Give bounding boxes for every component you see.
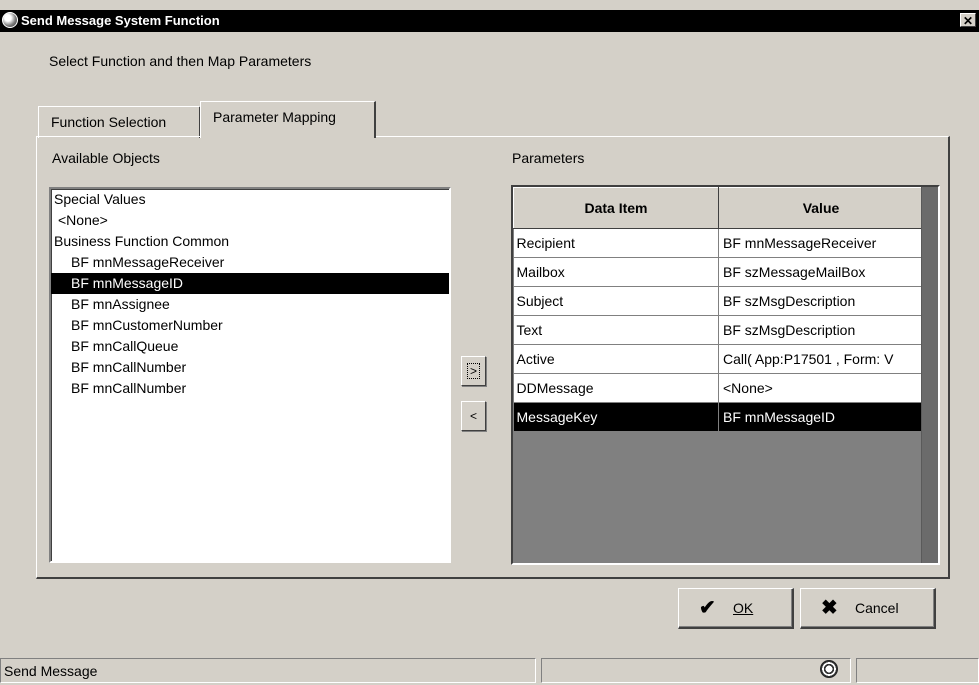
arrow-right-icon: > xyxy=(466,363,480,379)
value-cell[interactable]: BF szMsgDescription xyxy=(718,315,924,345)
table-row[interactable]: Text BF szMsgDescription xyxy=(513,315,924,345)
parameters-grid[interactable]: Data Item Value Recipient BF mnMessageRec… xyxy=(511,185,940,565)
list-item[interactable]: BF mnCustomerNumber xyxy=(51,315,449,336)
parameters-label: Parameters xyxy=(512,150,585,166)
list-item[interactable]: BF mnAssignee xyxy=(51,294,449,315)
status-panel-middle xyxy=(541,658,851,683)
value-cell[interactable]: BF mnMessageID xyxy=(718,402,924,432)
list-item[interactable]: BF mnCallQueue xyxy=(51,336,449,357)
available-objects-label: Available Objects xyxy=(52,150,160,166)
status-text: Send Message xyxy=(4,663,98,679)
tab-function-selection[interactable]: Function Selection xyxy=(38,106,201,138)
cancel-label: Cancel xyxy=(855,600,899,616)
list-item[interactable]: BF mnCallNumber xyxy=(51,357,449,378)
data-item-cell[interactable]: Active xyxy=(513,344,719,374)
data-item-cell[interactable]: DDMessage xyxy=(513,373,719,403)
value-cell[interactable]: Call( App:P17501 , Form: V xyxy=(718,344,924,374)
column-header-data-item[interactable]: Data Item xyxy=(513,187,719,229)
table-row[interactable]: Mailbox BF szMessageMailBox xyxy=(513,257,924,287)
data-item-cell[interactable]: Recipient xyxy=(513,228,719,258)
list-item[interactable]: BF mnCallNumber xyxy=(51,378,449,399)
status-panel-main: Send Message xyxy=(0,658,536,683)
list-item[interactable]: BF mnMessageReceiver xyxy=(51,252,449,273)
data-item-cell[interactable]: Mailbox xyxy=(513,257,719,287)
table-row[interactable]: Active Call( App:P17501 , Form: V xyxy=(513,344,924,374)
cancel-button[interactable]: ✖ Cancel xyxy=(800,588,936,629)
parameters-table: Data Item Value Recipient BF mnMessageRec… xyxy=(513,187,924,432)
ok-button[interactable]: ✔ OK xyxy=(678,588,794,629)
remove-mapping-button[interactable]: < xyxy=(461,401,486,431)
list-item[interactable]: Business Function Common xyxy=(51,231,449,252)
column-header-value[interactable]: Value xyxy=(718,187,924,229)
value-cell[interactable]: <None> xyxy=(718,373,924,403)
available-objects-list[interactable]: Special Values <None> Business Function Co… xyxy=(49,187,451,563)
value-cell[interactable]: BF szMessageMailBox xyxy=(718,257,924,287)
table-row[interactable]: MessageKey BF mnMessageID xyxy=(513,402,924,432)
data-item-cell[interactable]: Subject xyxy=(513,286,719,316)
close-button[interactable]: ✕ xyxy=(960,13,976,28)
table-row[interactable]: Recipient BF mnMessageReceiver xyxy=(513,228,924,258)
grid-scrollbar[interactable] xyxy=(921,187,938,563)
table-row[interactable]: Subject BF szMsgDescription xyxy=(513,286,924,316)
tab-parameter-mapping[interactable]: Parameter Mapping xyxy=(200,101,376,138)
window-title: Send Message System Function xyxy=(21,13,220,28)
checkmark-icon: ✔ xyxy=(699,597,716,619)
list-item[interactable]: <None> xyxy=(51,210,449,231)
add-mapping-button[interactable]: > xyxy=(461,356,486,386)
data-item-cell[interactable]: MessageKey xyxy=(513,402,719,432)
list-item[interactable]: Special Values xyxy=(51,189,449,210)
globe-icon xyxy=(820,660,838,678)
data-item-cell[interactable]: Text xyxy=(513,315,719,345)
value-cell[interactable]: BF mnMessageReceiver xyxy=(718,228,924,258)
x-icon: ✖ xyxy=(821,597,838,619)
status-panel-right xyxy=(856,658,979,683)
instruction-text: Select Function and then Map Parameters xyxy=(49,53,312,69)
app-icon xyxy=(2,12,18,28)
list-item[interactable]: BF mnMessageID xyxy=(51,273,449,294)
title-bar: Send Message System Function ✕ xyxy=(0,10,979,32)
ok-label: OK xyxy=(733,600,754,616)
value-cell[interactable]: BF szMsgDescription xyxy=(718,286,924,316)
table-row[interactable]: DDMessage <None> xyxy=(513,373,924,403)
